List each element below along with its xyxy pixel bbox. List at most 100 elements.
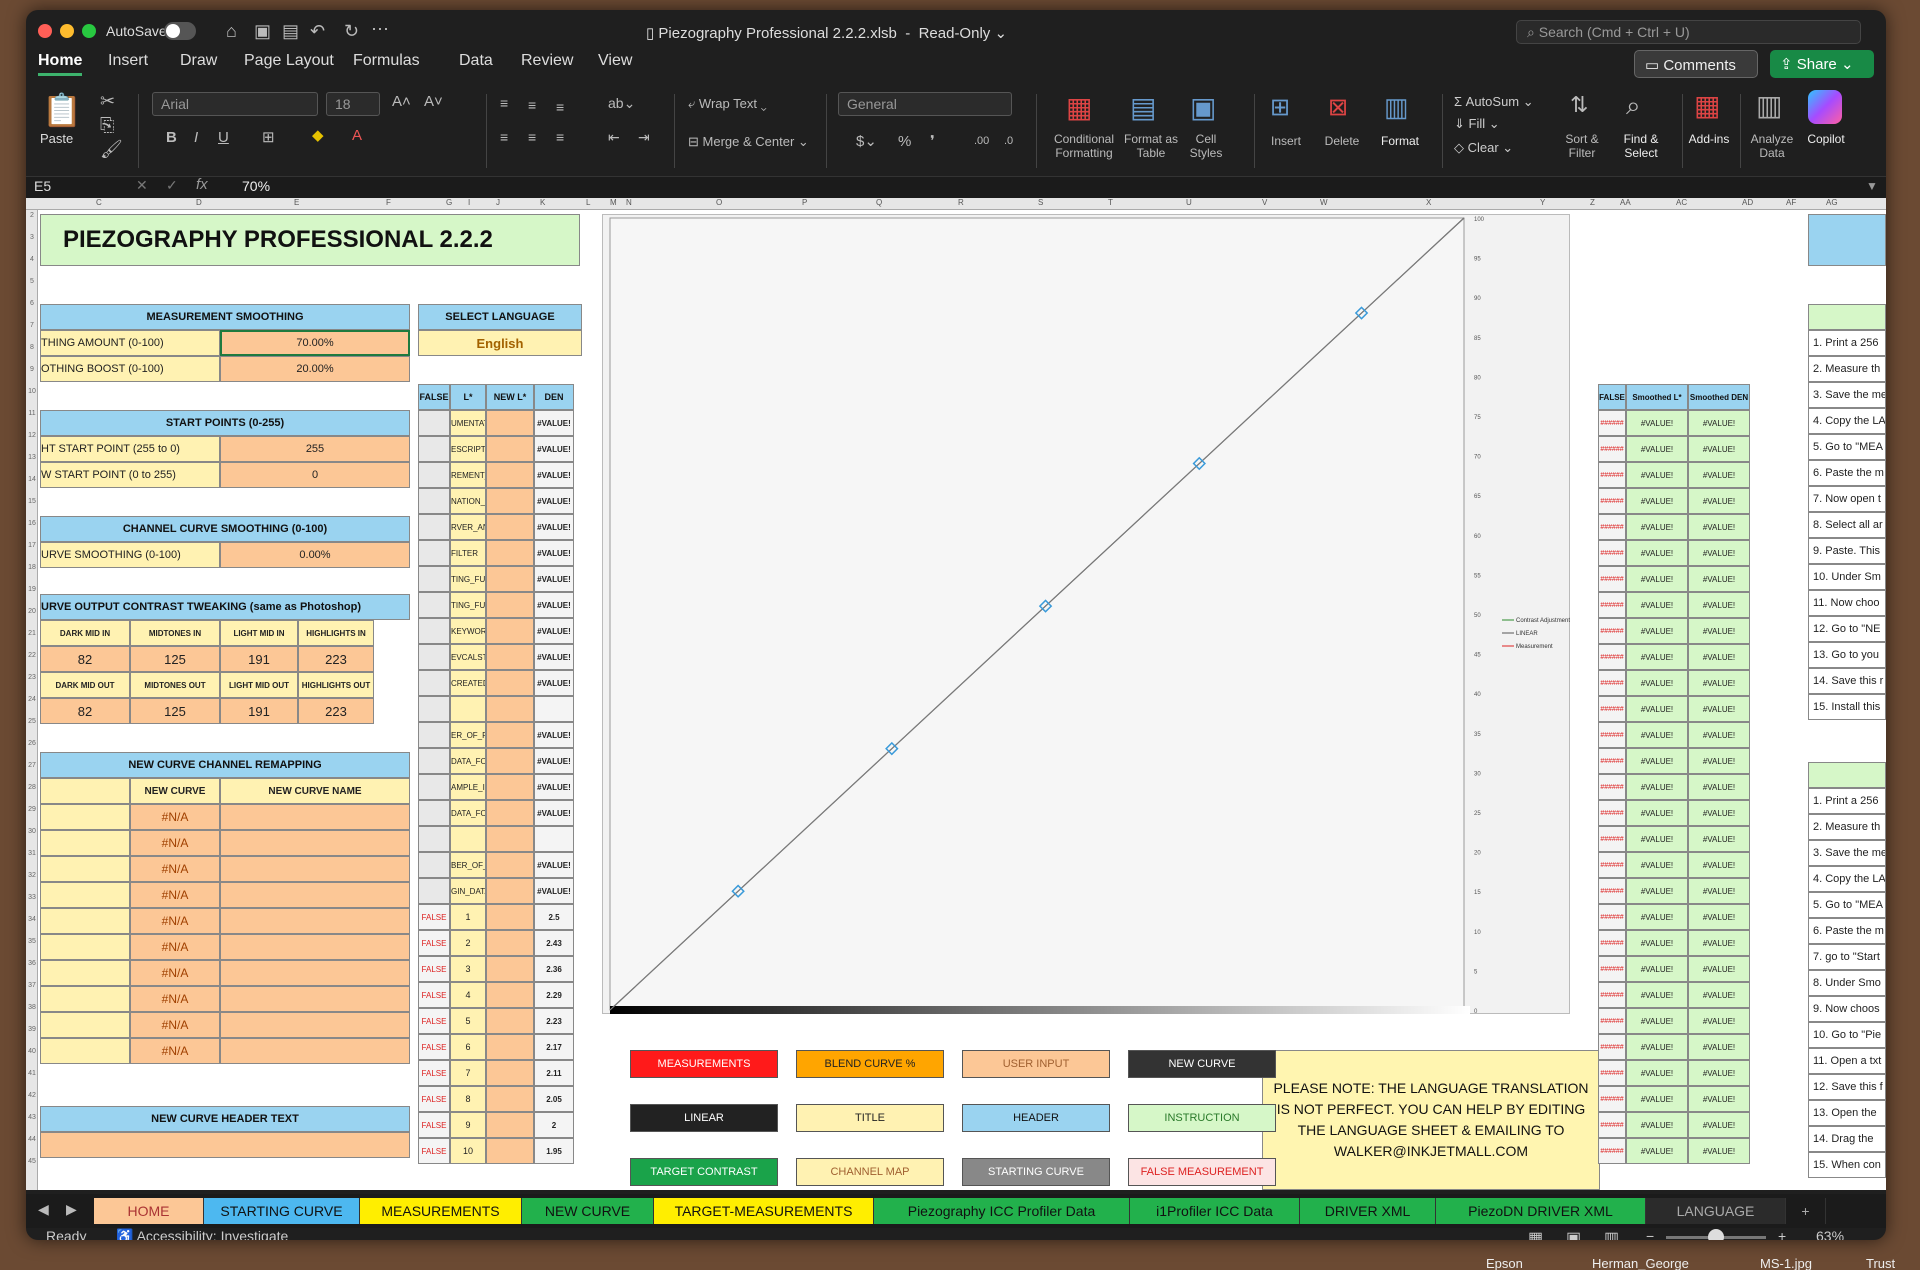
highlight-start-input[interactable]: 255 <box>220 436 410 462</box>
sheet-tab-piezodn-driver-xml[interactable]: PiezoDN DRIVER XML <box>1436 1198 1646 1224</box>
remap-name-cell[interactable] <box>220 1012 410 1038</box>
format-painter-icon[interactable]: 🖌 <box>100 140 123 158</box>
currency-icon[interactable]: $⌄ <box>856 134 877 149</box>
align-middle-icon[interactable]: ≡ <box>528 98 536 112</box>
tab-review[interactable]: Review <box>521 52 573 70</box>
row-number[interactable]: 43 <box>26 1114 38 1121</box>
shadow-start-input[interactable]: 0 <box>220 462 410 488</box>
col-header-D[interactable]: D <box>196 198 202 207</box>
row-number[interactable]: 12 <box>26 432 38 439</box>
remap-channel-cell[interactable] <box>40 934 130 960</box>
mid-new-l-cell[interactable] <box>486 1034 534 1060</box>
row-number[interactable]: 9 <box>26 366 38 373</box>
row-number[interactable]: 30 <box>26 828 38 835</box>
mid-new-l-cell[interactable] <box>486 514 534 540</box>
remap-channel-cell[interactable] <box>40 1012 130 1038</box>
col-header-G[interactable]: G <box>446 198 452 207</box>
mid-new-l-cell[interactable] <box>486 826 534 852</box>
worksheet-grid[interactable]: C D E F G I J K L M N O P Q R S T U V W X Y Z AA AC AD AF AG PIEZOG… <box>26 198 1886 1190</box>
formula-input[interactable]: 70% <box>242 178 270 194</box>
search-box[interactable]: ⌕ Search (Cmd + Ctrl + U) <box>1516 20 1861 44</box>
delete-cells-button[interactable]: Delete <box>1320 134 1364 148</box>
remap-channel-cell[interactable] <box>40 882 130 908</box>
mid-new-l-cell[interactable] <box>486 1112 534 1138</box>
mid-new-l-cell[interactable] <box>486 436 534 462</box>
contrast-in-input[interactable]: 82 <box>40 646 130 672</box>
mid-new-l-cell[interactable] <box>486 748 534 774</box>
row-number[interactable]: 21 <box>26 630 38 637</box>
mid-new-l-cell[interactable] <box>486 1008 534 1034</box>
row-number[interactable]: 11 <box>26 410 38 417</box>
mid-new-l-cell[interactable] <box>486 878 534 904</box>
mid-new-l-cell[interactable] <box>486 1138 534 1164</box>
contrast-out-input[interactable]: 82 <box>40 698 130 724</box>
remap-new-curve-cell[interactable]: #N/A <box>130 804 220 830</box>
delete-cells-icon[interactable]: ⊠ <box>1328 96 1348 120</box>
row-number[interactable]: 28 <box>26 784 38 791</box>
save-as-icon[interactable]: ▤ <box>282 22 299 40</box>
col-header-P[interactable]: P <box>802 198 807 207</box>
remap-channel-cell[interactable] <box>40 1038 130 1064</box>
find-select-icon[interactable]: ⌕ <box>1626 92 1641 118</box>
desktop-file-1[interactable]: Epson <box>1486 1256 1523 1270</box>
page-layout-view-icon[interactable]: ▣ <box>1566 1228 1581 1240</box>
row-number[interactable]: 5 <box>26 278 38 285</box>
mid-new-l-cell[interactable] <box>486 462 534 488</box>
prev-sheet-icon[interactable]: ◀ <box>38 1202 49 1216</box>
conditional-formatting-button[interactable]: Conditional Formatting <box>1044 132 1124 160</box>
mid-new-l-cell[interactable] <box>486 592 534 618</box>
zoom-slider[interactable] <box>1666 1229 1766 1240</box>
remap-new-curve-cell[interactable]: #N/A <box>130 882 220 908</box>
row-number[interactable]: 7 <box>26 322 38 329</box>
col-header-AA[interactable]: AA <box>1620 198 1631 207</box>
row-number[interactable]: 25 <box>26 718 38 725</box>
row-number[interactable]: 22 <box>26 652 38 659</box>
italic-icon[interactable]: I <box>194 130 198 145</box>
col-header-AF[interactable]: AF <box>1786 198 1796 207</box>
row-number[interactable]: 2 <box>26 212 38 219</box>
sheet-tab-language[interactable]: LANGUAGE <box>1646 1198 1786 1224</box>
smoothing-amount-input[interactable]: 70.00% <box>220 330 410 356</box>
remap-new-curve-cell[interactable]: #N/A <box>130 960 220 986</box>
mid-new-l-cell[interactable] <box>486 540 534 566</box>
mid-new-l-cell[interactable] <box>486 852 534 878</box>
align-right-icon[interactable]: ≡ <box>556 130 564 144</box>
format-cells-button[interactable]: Format <box>1376 134 1424 148</box>
cancel-icon[interactable]: ✕ <box>136 178 148 192</box>
underline-icon[interactable]: U <box>218 130 229 145</box>
remap-channel-cell[interactable] <box>40 960 130 986</box>
share-button[interactable]: ⇪ Share ⌄ <box>1770 50 1874 78</box>
zoom-in-icon[interactable]: + <box>1778 1228 1786 1240</box>
increase-indent-icon[interactable]: ⇥ <box>638 130 650 144</box>
normal-view-icon[interactable]: ▦ <box>1528 1228 1543 1240</box>
expand-formula-icon[interactable]: ▼ <box>1866 180 1878 192</box>
next-sheet-icon[interactable]: ▶ <box>66 1202 77 1216</box>
col-header-N[interactable]: N <box>626 198 632 207</box>
row-number[interactable]: 27 <box>26 762 38 769</box>
conditional-formatting-icon[interactable]: ▦ <box>1066 94 1092 122</box>
remap-name-cell[interactable] <box>220 804 410 830</box>
row-number[interactable]: 10 <box>26 388 38 395</box>
mid-new-l-cell[interactable] <box>486 800 534 826</box>
align-left-icon[interactable]: ≡ <box>500 130 508 144</box>
row-number[interactable]: 8 <box>26 344 38 351</box>
remap-channel-cell[interactable] <box>40 986 130 1012</box>
minimize-window-button[interactable] <box>60 24 74 38</box>
insert-cells-button[interactable]: Insert <box>1264 134 1308 148</box>
tab-view[interactable]: View <box>598 52 632 70</box>
row-number[interactable]: 39 <box>26 1026 38 1033</box>
zoom-out-icon[interactable]: − <box>1646 1228 1654 1240</box>
sheet-tab-target-measurements[interactable]: TARGET-MEASUREMENTS <box>654 1198 874 1224</box>
confirm-icon[interactable]: ✓ <box>166 178 178 192</box>
row-number[interactable]: 24 <box>26 696 38 703</box>
row-number[interactable]: 45 <box>26 1158 38 1165</box>
remap-channel-cell[interactable] <box>40 830 130 856</box>
increase-font-icon[interactable]: A˄ <box>392 94 411 109</box>
percent-icon[interactable]: % <box>898 134 911 149</box>
merge-center-button[interactable]: ⊟ Merge & Center ⌄ <box>688 134 809 150</box>
col-header-C[interactable]: C <box>96 198 102 207</box>
col-header-X[interactable]: X <box>1426 198 1431 207</box>
row-number[interactable]: 14 <box>26 476 38 483</box>
mid-new-l-cell[interactable] <box>486 696 534 722</box>
format-as-table-button[interactable]: Format as Table <box>1124 132 1178 160</box>
